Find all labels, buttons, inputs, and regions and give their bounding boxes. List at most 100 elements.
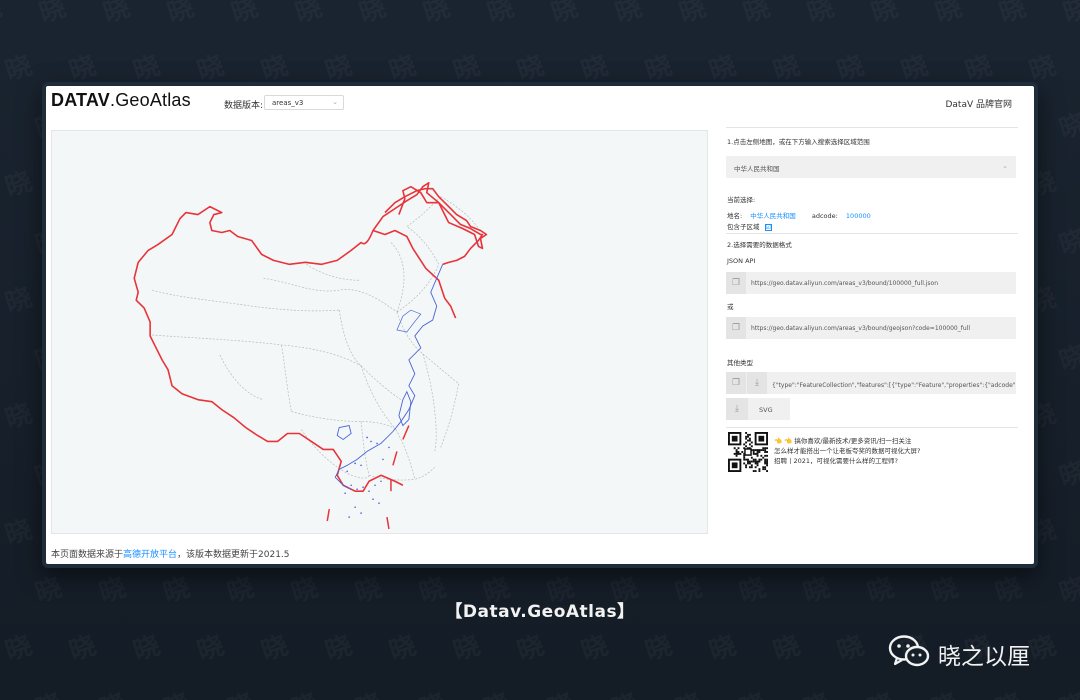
watermark-glyph: 晓: [448, 625, 484, 668]
amap-open-platform-link[interactable]: 高德开放平台: [123, 550, 177, 560]
other-types-label: 其他类型: [727, 359, 753, 367]
watermark-glyph: 晓: [478, 683, 514, 700]
watermark-glyph: 晓: [866, 0, 902, 30]
watermark-glyph: 晓: [542, 683, 578, 700]
watermark-glyph: 晓: [226, 0, 262, 30]
region-select-value: 中华人民共和国: [734, 165, 780, 173]
promo-line-1: 👈 👈 搞你喜欢/最新技术/更多资讯/扫一扫关注: [774, 437, 912, 445]
browser-window: DATAV.GeoAtlas 数据版本: areas_v3 ⌄ DataV 品牌…: [42, 82, 1038, 568]
watermark-glyph: 晓: [0, 625, 36, 668]
watermark-glyph: 晓: [1054, 451, 1080, 494]
geojson-preview-box[interactable]: ❐ ⤓ {"type":"FeatureCollection","feature…: [726, 372, 1016, 394]
watermark-glyph: 晓: [576, 625, 612, 668]
watermark-glyph: 晓: [98, 0, 134, 30]
watermark-glyph: 晓: [482, 0, 518, 30]
divider: [726, 233, 1018, 234]
watermark-glyph: 晓: [738, 0, 774, 30]
coastline: [334, 264, 444, 490]
json-api-label: JSON API: [727, 257, 756, 265]
northeast-border: [372, 181, 488, 250]
watermark-glyph: 晓: [30, 683, 66, 700]
logo-light-text: .GeoAtlas: [110, 90, 191, 110]
promo-line-3[interactable]: 招聘丨2021，可视化需要什么样的工程师?: [774, 455, 898, 465]
version-select-value: areas_v3: [272, 99, 304, 107]
datav-logo[interactable]: DATAV.GeoAtlas: [51, 90, 191, 111]
geojson-api-url[interactable]: https://geo.datav.aliyun.com/areas_v3/bo…: [751, 325, 970, 332]
hainan: [336, 425, 352, 441]
watermark-glyph: 晓: [1054, 103, 1080, 146]
watermark-glyph: 晓: [418, 0, 454, 30]
download-icon[interactable]: ⤓: [747, 372, 767, 394]
watermark-glyph: 晓: [802, 0, 838, 30]
watermark-glyph: 晓: [192, 625, 228, 668]
watermark-glyph: 晓: [350, 683, 386, 700]
watermark-glyph: 晓: [354, 0, 390, 30]
watermark-glyph: 晓: [414, 683, 450, 700]
watermark-glyph: 晓: [640, 625, 676, 668]
watermark-glyph: 晓: [158, 683, 194, 700]
watermark-glyph: 晓: [0, 277, 36, 320]
include-subregion-row: 包含子区域 ☑: [727, 221, 772, 231]
watermark-glyph: 晓: [0, 161, 36, 204]
copy-icon[interactable]: ❐: [726, 317, 746, 339]
geojson-preview-text: {"type":"FeatureCollection","features":[…: [772, 382, 1016, 389]
watermark-glyph: 晓: [862, 683, 898, 700]
watermark-glyph: 晓: [994, 0, 1030, 30]
watermark-glyph: 晓: [384, 625, 420, 668]
current-selection-label: 当前选择:: [727, 196, 756, 204]
watermark-glyph: 晓: [320, 625, 356, 668]
watermark-glyph: 晓: [64, 625, 100, 668]
promo-line-2[interactable]: 怎么样才能搭出一个让老板夸奖的数据可视化大屏?: [774, 445, 920, 455]
wechat-icon: [888, 635, 930, 667]
chevron-down-icon: ⌄: [1002, 162, 1008, 170]
watermark-glyph: 晓: [94, 683, 130, 700]
region-search-select[interactable]: 中华人民共和国 ⌄: [726, 156, 1016, 178]
watermark-glyph: 晓: [1054, 683, 1080, 700]
watermark-glyph: 晓: [670, 683, 706, 700]
copy-icon[interactable]: ❐: [726, 272, 746, 294]
watermark-glyph: 晓: [162, 0, 198, 30]
geojson-url-box[interactable]: ❐ https://geo.datav.aliyun.com/areas_v3/…: [726, 317, 1016, 339]
south-sea-islands: [344, 436, 390, 518]
step1-instruction: 1.点击左侧地图，或在下方输入搜索选择区域范围: [727, 138, 870, 146]
place-name-value: 中华人民共和国: [750, 212, 796, 220]
watermark-glyph: 晓: [990, 683, 1026, 700]
divider: [726, 127, 1018, 128]
watermark-glyph: 晓: [930, 0, 966, 30]
qr-code-icon: [728, 432, 768, 472]
coast-detail: [396, 309, 422, 333]
version-select[interactable]: areas_v3 ⌄: [264, 95, 344, 110]
watermark-glyph: 晓: [1058, 0, 1080, 30]
watermark-glyph: 晓: [1054, 219, 1080, 262]
watermark-glyph: 晓: [610, 0, 646, 30]
json-api-url-box[interactable]: ❐ https://geo.datav.aliyun.com/areas_v3/…: [726, 272, 1016, 294]
watermark-glyph: 晓: [768, 625, 804, 668]
image-caption: 【Datav.GeoAtlas】: [445, 602, 635, 622]
china-map[interactable]: [52, 131, 707, 533]
logo-bold-text: DATAV: [51, 90, 110, 110]
settings-sidebar: 1.点击左侧地图，或在下方输入搜索选择区域范围 中华人民共和国 ⌄ 当前选择: …: [726, 86, 1018, 564]
place-name-label: 地名:: [727, 212, 743, 220]
watermark-glyph: 晓: [128, 625, 164, 668]
watermark-glyph: 晓: [674, 0, 710, 30]
watermark-glyph: 晓: [926, 683, 962, 700]
national-border: [133, 205, 457, 493]
version-label: 数据版本:: [224, 101, 264, 111]
include-subregion-label: 包含子区域: [727, 223, 760, 231]
watermark-glyph: 晓: [0, 45, 36, 88]
download-icon: ⤓: [726, 398, 748, 420]
watermark-glyph: 晓: [256, 625, 292, 668]
svg-download-button[interactable]: ⤓ SVG: [726, 398, 790, 420]
divider: [726, 427, 1018, 428]
geoatlas-page: DATAV.GeoAtlas 数据版本: areas_v3 ⌄ DataV 品牌…: [46, 86, 1034, 564]
watermark-glyph: 晓: [286, 683, 322, 700]
chevron-down-icon: ⌄: [332, 98, 338, 106]
watermark-glyph: 晓: [34, 0, 70, 30]
copy-icon[interactable]: ❐: [726, 372, 746, 394]
data-source-suffix: ，该版本数据更新于2021.5: [177, 550, 290, 560]
json-api-url[interactable]: https://geo.datav.aliyun.com/areas_v3/bo…: [751, 280, 938, 287]
watermark-glyph: 晓: [222, 683, 258, 700]
author-name: 晓之以厘: [938, 644, 1030, 670]
include-subregion-checkbox[interactable]: ☑: [764, 223, 772, 231]
map-panel[interactable]: [51, 130, 708, 534]
